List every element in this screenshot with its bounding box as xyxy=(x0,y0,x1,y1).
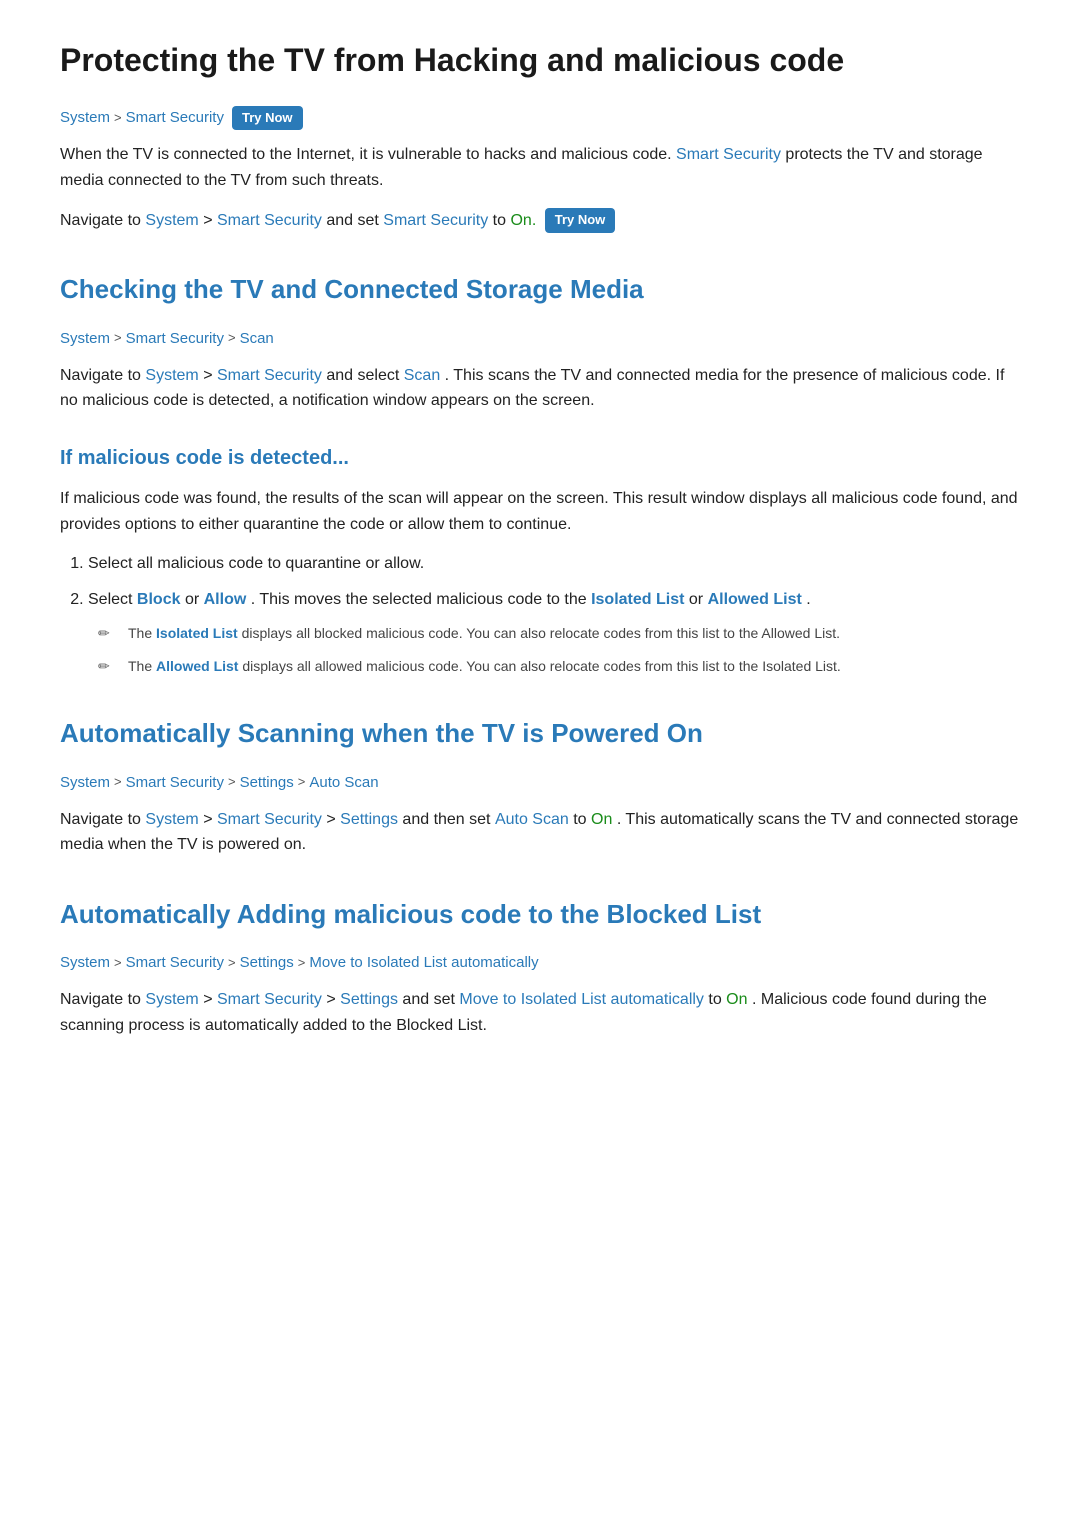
intro-on-link[interactable]: On. xyxy=(510,212,536,229)
s5-smart-security-inline[interactable]: Smart Security xyxy=(217,991,322,1008)
breadcrumb-1: System > Smart Security Try Now xyxy=(60,106,1020,131)
s2-system-inline[interactable]: System xyxy=(145,367,198,384)
isolated-list-link[interactable]: Isolated List xyxy=(591,591,684,608)
page-title: Protecting the TV from Hacking and malic… xyxy=(60,40,1020,82)
intro-smart-security-link[interactable]: Smart Security xyxy=(676,146,781,163)
try-now-badge[interactable]: Try Now xyxy=(232,106,303,131)
breadcrumb-2: System > Smart Security > Scan xyxy=(60,327,1020,351)
s4-system-link[interactable]: System xyxy=(60,771,110,795)
breadcrumb-smart-security-link[interactable]: Smart Security xyxy=(126,106,224,130)
s5-move-to-isolated-inline[interactable]: Move to Isolated List automatically xyxy=(459,991,704,1008)
s5-move-to-isolated-link[interactable]: Move to Isolated List automatically xyxy=(309,951,538,975)
s5-system-link[interactable]: System xyxy=(60,951,110,975)
s4-smart-security-inline[interactable]: Smart Security xyxy=(217,811,322,828)
s4-system-inline[interactable]: System xyxy=(145,811,198,828)
section3-list: Select all malicious code to quarantine … xyxy=(88,551,1020,677)
s2-smart-security-link[interactable]: Smart Security xyxy=(126,327,224,351)
breadcrumb-sep-1: > xyxy=(114,108,122,129)
s2-smart-security-inline[interactable]: Smart Security xyxy=(217,367,322,384)
note-2: The Allowed List displays all allowed ma… xyxy=(116,655,1020,677)
s2-system-link[interactable]: System xyxy=(60,327,110,351)
s2-scan-inline[interactable]: Scan xyxy=(404,367,440,384)
list-item-2: Select Block or Allow . This moves the s… xyxy=(88,587,1020,677)
note1-isolated-link[interactable]: Isolated List xyxy=(156,625,238,641)
s2-scan-link[interactable]: Scan xyxy=(240,327,274,351)
section5-heading: Automatically Adding malicious code to t… xyxy=(60,894,1020,936)
intro-smart-security-link-3[interactable]: Smart Security xyxy=(383,212,488,229)
breadcrumb-5: System > Smart Security > Settings > Mov… xyxy=(60,951,1020,975)
s4-auto-scan-inline[interactable]: Auto Scan xyxy=(495,811,569,828)
section5-paragraph: Navigate to System > Smart Security > Se… xyxy=(60,987,1020,1038)
note2-allowed-link[interactable]: Allowed List xyxy=(156,658,238,674)
allowed-list-link[interactable]: Allowed List xyxy=(708,591,802,608)
s5-on-inline[interactable]: On xyxy=(726,991,747,1008)
intro-system-link[interactable]: System xyxy=(145,212,198,229)
s5-settings-link[interactable]: Settings xyxy=(240,951,294,975)
s4-settings-inline[interactable]: Settings xyxy=(340,811,398,828)
section2-paragraph: Navigate to System > Smart Security and … xyxy=(60,363,1020,414)
s5-settings-inline[interactable]: Settings xyxy=(340,991,398,1008)
breadcrumb-system-link[interactable]: System xyxy=(60,106,110,130)
block-link[interactable]: Block xyxy=(137,591,181,608)
intro-paragraph-1: When the TV is connected to the Internet… xyxy=(60,142,1020,193)
section3-heading: If malicious code is detected... xyxy=(60,442,1020,474)
intro-paragraph-2: Navigate to System > Smart Security and … xyxy=(60,208,1020,234)
section2-heading: Checking the TV and Connected Storage Me… xyxy=(60,269,1020,311)
note-1: The Isolated List displays all blocked m… xyxy=(116,622,1020,644)
list-item-1: Select all malicious code to quarantine … xyxy=(88,551,1020,577)
s4-on-inline[interactable]: On xyxy=(591,811,612,828)
intro-try-now-badge[interactable]: Try Now xyxy=(545,208,616,233)
s5-system-inline[interactable]: System xyxy=(145,991,198,1008)
intro-smart-security-link-2[interactable]: Smart Security xyxy=(217,212,322,229)
s4-smart-security-link[interactable]: Smart Security xyxy=(126,771,224,795)
breadcrumb-4: System > Smart Security > Settings > Aut… xyxy=(60,771,1020,795)
allow-link[interactable]: Allow xyxy=(204,591,247,608)
section4-paragraph: Navigate to System > Smart Security > Se… xyxy=(60,807,1020,858)
s5-smart-security-link[interactable]: Smart Security xyxy=(126,951,224,975)
section4-heading: Automatically Scanning when the TV is Po… xyxy=(60,713,1020,755)
s4-settings-link[interactable]: Settings xyxy=(240,771,294,795)
section3-paragraph1: If malicious code was found, the results… xyxy=(60,486,1020,537)
s4-auto-scan-link[interactable]: Auto Scan xyxy=(309,771,378,795)
